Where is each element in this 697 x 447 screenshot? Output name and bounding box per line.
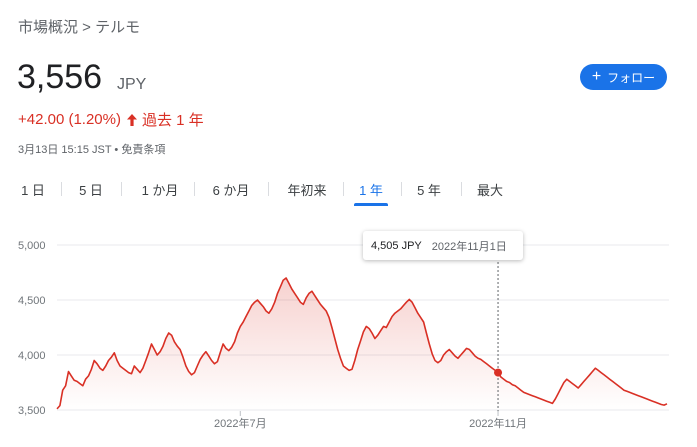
chart-tooltip: 4,505 JPY 2022年11月1日 <box>363 231 523 260</box>
tooltip-value: 4,505 JPY <box>371 239 422 252</box>
x-tick-label: 2022年11月 <box>469 416 527 430</box>
y-tick-label: 4,000 <box>18 350 46 362</box>
y-tick-label: 5,000 <box>18 240 46 252</box>
tooltip-date: 2022年11月1日 <box>431 240 507 253</box>
price-chart[interactable]: 3,5004,0004,5005,000 2022年7月2022年11月2023… <box>0 0 697 447</box>
y-tick-label: 3,500 <box>18 405 46 417</box>
x-tick-label: 2022年7月 <box>214 416 267 430</box>
hover-point <box>494 368 503 377</box>
price-area-fill <box>57 278 667 410</box>
y-tick-label: 4,500 <box>18 295 46 307</box>
